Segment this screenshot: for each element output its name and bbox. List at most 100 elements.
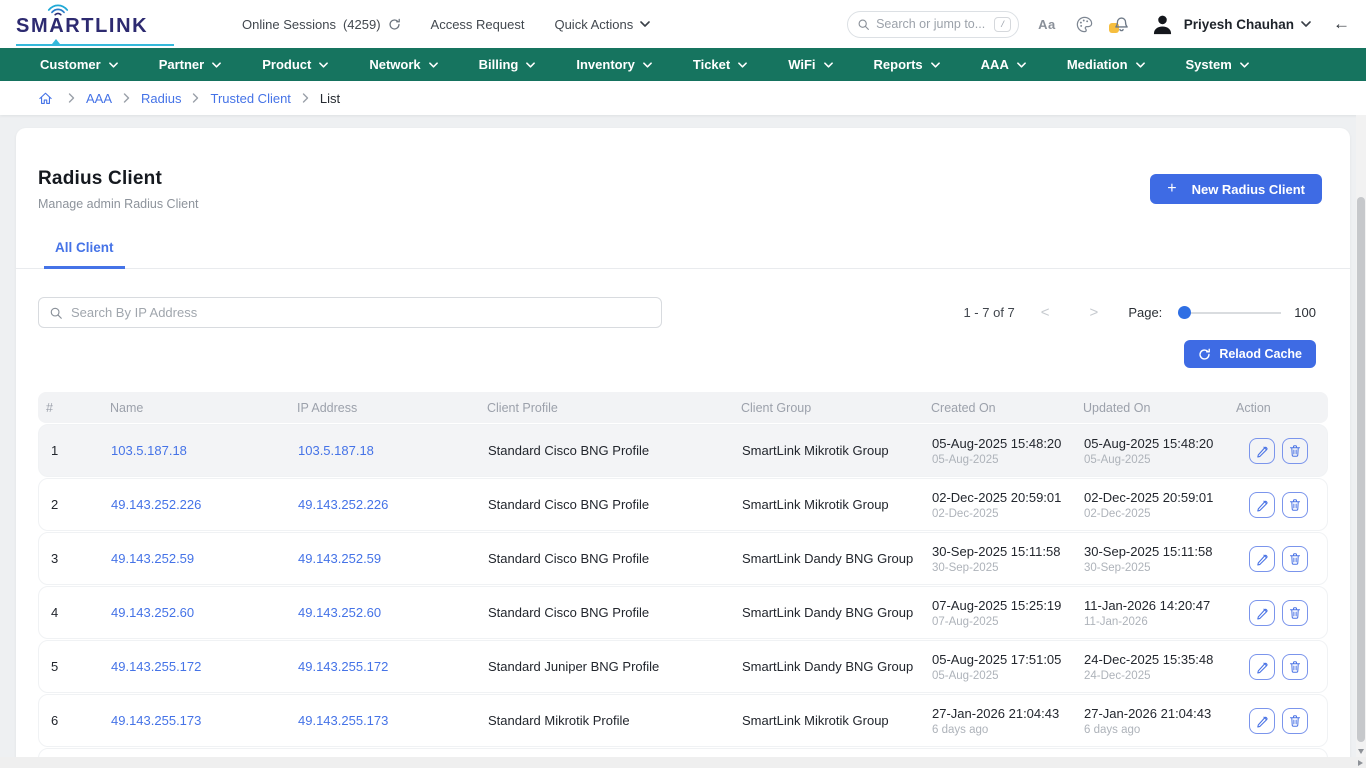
notifications-bell-icon[interactable]	[1113, 16, 1130, 33]
delete-button[interactable]	[1282, 546, 1308, 572]
delete-button[interactable]	[1282, 654, 1308, 680]
vertical-scrollbar-thumb[interactable]	[1357, 197, 1365, 742]
breadcrumb-trusted-client[interactable]: Trusted Client	[210, 91, 290, 106]
ip-search-input[interactable]: Search By IP Address	[38, 297, 662, 328]
updated-on-cell: 30-Sep-2025 15:11:58 30-Sep-2025	[1072, 544, 1225, 574]
client-ip-link[interactable]: 103.5.187.18	[286, 443, 476, 458]
client-name-link[interactable]: 49.143.252.226	[99, 497, 286, 512]
nav-item-ticket[interactable]: Ticket	[693, 57, 747, 72]
client-ip-link[interactable]: 49.143.252.226	[286, 497, 476, 512]
pagination-next-button[interactable]: >	[1090, 304, 1099, 321]
client-name-link[interactable]: 49.143.255.172	[99, 659, 286, 674]
new-radius-client-button[interactable]: + New Radius Client	[1150, 174, 1322, 204]
user-avatar[interactable]	[1150, 12, 1175, 37]
edit-button[interactable]	[1249, 654, 1275, 680]
quick-actions-menu[interactable]: Quick Actions	[554, 17, 650, 32]
chevron-down-icon	[824, 62, 833, 68]
client-ip-link[interactable]: 49.143.255.173	[286, 713, 476, 728]
scroll-down-arrow-icon[interactable]	[1358, 749, 1364, 754]
delete-button[interactable]	[1282, 708, 1308, 734]
client-profile: Standard Mikrotik Profile	[476, 713, 730, 728]
updated-on-cell: 05-Aug-2025 15:48:20 05-Aug-2025	[1072, 436, 1225, 466]
nav-item-billing[interactable]: Billing	[479, 57, 536, 72]
row-number: 6	[39, 713, 99, 728]
table-header-row: # Name IP Address Client Profile Client …	[38, 392, 1328, 423]
client-profile: Standard Juniper BNG Profile	[476, 659, 730, 674]
col-header-group: Client Group	[729, 401, 919, 415]
col-header-action: Action	[1224, 401, 1328, 415]
client-name-link[interactable]: 49.143.252.60	[99, 605, 286, 620]
client-profile: Standard Cisco BNG Profile	[476, 605, 730, 620]
client-ip-link[interactable]: 49.143.252.60	[286, 605, 476, 620]
edit-button[interactable]	[1249, 492, 1275, 518]
smartlink-logo[interactable]: SMARTLINK	[16, 3, 186, 45]
client-ip-link[interactable]: 49.143.255.172	[286, 659, 476, 674]
global-search-input[interactable]: Search or jump to... /	[847, 11, 1019, 38]
delete-button[interactable]	[1282, 600, 1308, 626]
nav-item-label: AAA	[981, 57, 1009, 72]
online-sessions[interactable]: Online Sessions (4259)	[242, 17, 401, 32]
main-nav: Customer Partner Product Network Billing…	[0, 48, 1366, 81]
refresh-sessions-icon[interactable]	[388, 18, 401, 31]
nav-item-label: System	[1186, 57, 1232, 72]
slash-shortcut-key: /	[994, 17, 1011, 32]
row-actions	[1225, 438, 1327, 464]
col-header-updated: Updated On	[1071, 401, 1224, 415]
client-name-link[interactable]: 49.143.252.59	[99, 551, 286, 566]
reload-cache-button[interactable]: Relaod Cache	[1184, 340, 1316, 368]
nav-item-system[interactable]: System	[1186, 57, 1249, 72]
slider-thumb[interactable]	[1178, 306, 1191, 319]
home-icon[interactable]	[38, 91, 53, 106]
reload-row: Relaod Cache	[38, 340, 1316, 368]
nav-items: Customer Partner Product Network Billing…	[40, 57, 1249, 72]
pagination-prev-button[interactable]: <	[1041, 304, 1050, 321]
nav-item-mediation[interactable]: Mediation	[1067, 57, 1145, 72]
client-group: SmartLink Dandy BNG Group	[730, 605, 920, 620]
chevron-down-icon	[1240, 62, 1249, 68]
delete-button[interactable]	[1282, 492, 1308, 518]
font-size-toggle[interactable]: Aa	[1038, 17, 1056, 32]
refresh-icon	[1198, 348, 1211, 361]
theme-palette-icon[interactable]	[1075, 15, 1094, 34]
nav-item-partner[interactable]: Partner	[159, 57, 222, 72]
nav-item-customer[interactable]: Customer	[40, 57, 118, 72]
row-actions	[1225, 708, 1327, 734]
nav-item-reports[interactable]: Reports	[874, 57, 940, 72]
delete-button[interactable]	[1282, 438, 1308, 464]
breadcrumb-aaa[interactable]: AAA	[86, 91, 112, 106]
client-ip-link[interactable]: 49.143.252.59	[286, 551, 476, 566]
row-actions	[1225, 654, 1327, 680]
user-menu[interactable]: Priyesh Chauhan	[1184, 17, 1311, 32]
updated-on-cell: 11-Jan-2026 14:20:47 11-Jan-2026	[1072, 598, 1225, 628]
client-group: SmartLink Mikrotik Group	[730, 713, 920, 728]
client-name-link[interactable]: 49.143.255.173	[99, 713, 286, 728]
nav-item-network[interactable]: Network	[369, 57, 437, 72]
access-request-link[interactable]: Access Request	[431, 17, 525, 32]
back-arrow-button[interactable]: ←	[1333, 14, 1350, 34]
table-controls: Search By IP Address 1 - 7 of 7 < > Page…	[38, 297, 1328, 328]
nav-item-wifi[interactable]: WiFi	[788, 57, 832, 72]
plus-icon: +	[1167, 181, 1176, 197]
nav-item-inventory[interactable]: Inventory	[576, 57, 652, 72]
created-on-cell: 07-Aug-2025 15:25:19 07-Aug-2025	[920, 598, 1072, 628]
updated-on-cell: 24-Dec-2025 15:35:48 24-Dec-2025	[1072, 652, 1225, 682]
edit-button[interactable]	[1249, 600, 1275, 626]
edit-button[interactable]	[1249, 708, 1275, 734]
client-profile: Standard Cisco BNG Profile	[476, 497, 730, 512]
client-name-link[interactable]: 103.5.187.18	[99, 443, 286, 458]
page-size-slider[interactable]	[1178, 306, 1281, 319]
nav-item-product[interactable]: Product	[262, 57, 328, 72]
breadcrumb-radius[interactable]: Radius	[141, 91, 181, 106]
chevron-down-icon	[1301, 21, 1311, 27]
edit-button[interactable]	[1249, 546, 1275, 572]
created-on-cell: 30-Sep-2025 15:11:58 30-Sep-2025	[920, 544, 1072, 574]
reload-cache-label: Relaod Cache	[1219, 347, 1302, 361]
client-group: SmartLink Mikrotik Group	[730, 497, 920, 512]
scroll-right-arrow-icon[interactable]	[1358, 760, 1363, 766]
logo-text: SMARTLINK	[16, 15, 186, 38]
edit-button[interactable]	[1249, 438, 1275, 464]
tab-all-client[interactable]: All Client	[44, 240, 125, 269]
nav-item-aaa[interactable]: AAA	[981, 57, 1026, 72]
horizontal-scrollbar[interactable]	[0, 757, 1366, 768]
row-number: 2	[39, 497, 99, 512]
